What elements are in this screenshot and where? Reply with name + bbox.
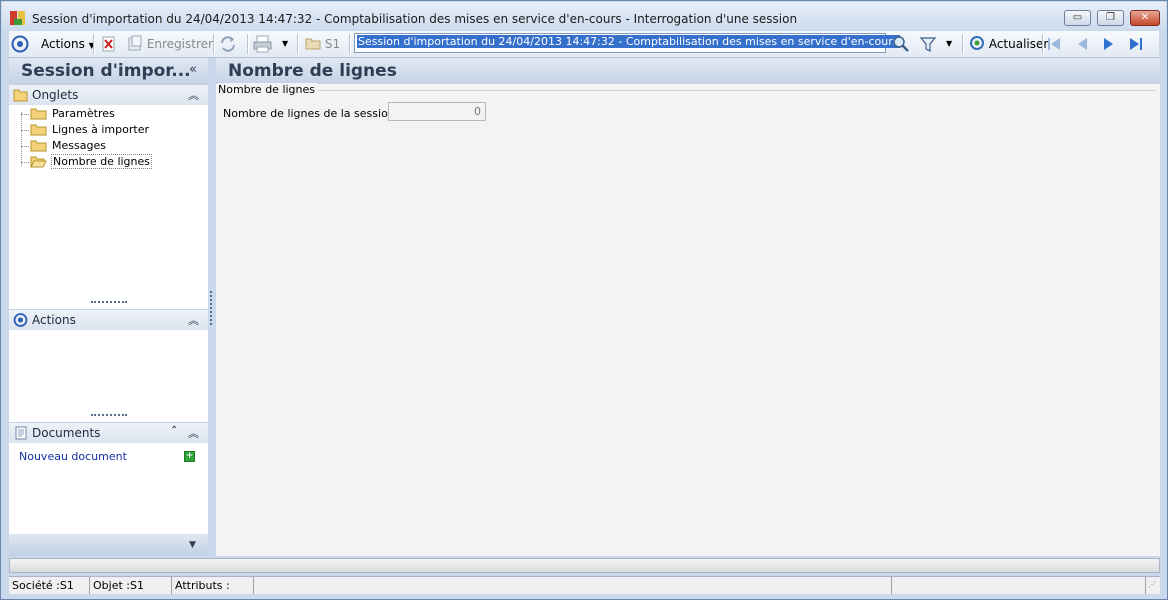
session-input-value: Session d'importation du 24/04/2013 14:4… (357, 35, 900, 48)
refresh-button[interactable]: Actualiser (969, 35, 1048, 53)
left-panel-header: Session d'impor... « (9, 58, 208, 84)
folder-icon (30, 108, 47, 120)
toolbar-separator (213, 34, 215, 54)
tree-connector (21, 112, 22, 166)
minimize-icon: ▭ (1072, 12, 1083, 23)
tree-connector (21, 130, 29, 131)
toolbar-separator (349, 34, 351, 54)
application-window: Session d'importation du 24/04/2013 14:4… (0, 0, 1168, 600)
left-panel-title: Session d'impor... (21, 61, 191, 81)
documents-header-label: Documents (32, 426, 101, 440)
group-label: Nombre de lignes (218, 83, 318, 96)
app-icon (10, 10, 26, 26)
window-title: Session d'importation du 24/04/2013 14:4… (32, 12, 798, 26)
status-bar: Société :S1 Objet :S1 Attributs : ⋰ (9, 576, 1160, 594)
toolbar-separator (247, 34, 249, 54)
sync-icon[interactable] (219, 35, 237, 53)
onglets-header-label: Onglets (32, 88, 79, 102)
print-icon[interactable] (253, 35, 273, 53)
toolbar-separator (1042, 34, 1044, 54)
filter-dropdown-arrow-icon[interactable]: ▼ (946, 35, 952, 53)
last-record-icon[interactable] (1128, 36, 1144, 54)
close-button[interactable]: ✕ (1130, 10, 1160, 26)
main-content: Nombre de lignes Nombre de lignes Nombre… (216, 58, 1160, 556)
panel-splitter[interactable] (210, 291, 214, 325)
collapse-panel-icon[interactable]: « (189, 62, 197, 77)
minimize-button[interactable]: ▭ (1064, 10, 1091, 26)
save-label: Enregistrer (146, 37, 213, 51)
groupbox-line (218, 90, 1156, 92)
refresh-icon (970, 36, 984, 50)
print-dropdown-arrow-icon[interactable]: ▼ (282, 35, 288, 53)
left-panel: Session d'impor... « Onglets ︽ Paramètre… (9, 58, 208, 556)
folder-icon (13, 89, 28, 102)
delete-icon[interactable] (101, 36, 117, 54)
page-title: Nombre de lignes (228, 61, 397, 81)
restore-button[interactable]: ❐ (1097, 10, 1124, 26)
company-folder-button[interactable]: S1 (305, 35, 340, 53)
collapse-section-icon[interactable]: ︽ (188, 87, 199, 103)
actions-label: Actions (41, 37, 85, 51)
close-icon: ✕ (1140, 12, 1150, 23)
toolbar-separator (93, 34, 95, 54)
refresh-label: Actualiser (988, 37, 1049, 51)
line-count-field[interactable]: 0 (388, 102, 486, 121)
status-object: Objet :S1 (90, 577, 172, 594)
tab-label: Lignes à importer (52, 123, 149, 136)
collapse-section-icon[interactable]: ︽ (188, 425, 199, 441)
resize-grip[interactable] (91, 414, 127, 418)
tab-label: Nombre de lignes (51, 154, 153, 169)
document-icon (15, 426, 27, 440)
filter-icon[interactable] (919, 35, 937, 53)
status-attributes: Attributs : (172, 577, 254, 594)
tab-label: Messages (52, 139, 106, 152)
left-panel-footer: ▼ (9, 534, 208, 556)
line-count-label: Nombre de lignes de la session (223, 107, 395, 120)
actions-menu-button[interactable]: Actions ▼ (41, 35, 95, 53)
tree-connector (21, 114, 29, 115)
toolbar-separator (297, 34, 299, 54)
actions-section-header[interactable]: Actions ︽ (9, 309, 208, 330)
folder-icon (305, 38, 321, 50)
status-cell (892, 577, 1146, 594)
toolbar: Actions ▼ Enregistrer ▼ S1 Session d'imp… (9, 31, 1159, 58)
status-cell (254, 577, 892, 594)
folder-icon (30, 140, 47, 152)
first-record-icon[interactable] (1046, 36, 1062, 54)
previous-record-icon[interactable] (1074, 36, 1090, 54)
company-code: S1 (324, 37, 341, 51)
onglets-section-header[interactable]: Onglets ︽ (9, 84, 208, 105)
horizontal-scrollbar[interactable] (9, 558, 1160, 573)
target-icon[interactable] (11, 35, 29, 53)
session-search-input[interactable]: Session d'importation du 24/04/2013 14:4… (354, 33, 900, 53)
documents-section-header[interactable]: Documents ⌃ ︽ (9, 422, 208, 443)
main-header: Nombre de lignes (216, 58, 1160, 84)
tree-connector (21, 146, 29, 147)
title-bar: Session d'importation du 24/04/2013 14:4… (2, 2, 1166, 30)
open-folder-icon (30, 156, 47, 168)
resize-grip-icon[interactable]: ⋰ (1148, 580, 1158, 590)
new-document-link[interactable]: Nouveau document (19, 450, 127, 463)
add-document-icon[interactable]: + (184, 451, 195, 462)
tree-connector (21, 162, 29, 163)
search-icon[interactable] (892, 35, 910, 53)
next-record-icon[interactable] (1101, 36, 1117, 54)
target-icon (13, 313, 28, 327)
expand-down-icon[interactable]: ▼ (189, 540, 196, 550)
restore-icon: ❐ (1106, 12, 1115, 23)
status-company: Société :S1 (9, 577, 90, 594)
actions-header-label: Actions (32, 313, 76, 327)
save-icon (128, 35, 142, 51)
collapse-section-icon[interactable]: ︽ (188, 312, 199, 328)
chevron-up-icon[interactable]: ⌃ (170, 425, 178, 436)
save-button[interactable]: Enregistrer (127, 35, 213, 53)
toolbar-separator (962, 34, 964, 54)
folder-icon (30, 124, 47, 136)
resize-grip[interactable] (91, 301, 127, 305)
tab-label: Paramètres (52, 107, 115, 120)
